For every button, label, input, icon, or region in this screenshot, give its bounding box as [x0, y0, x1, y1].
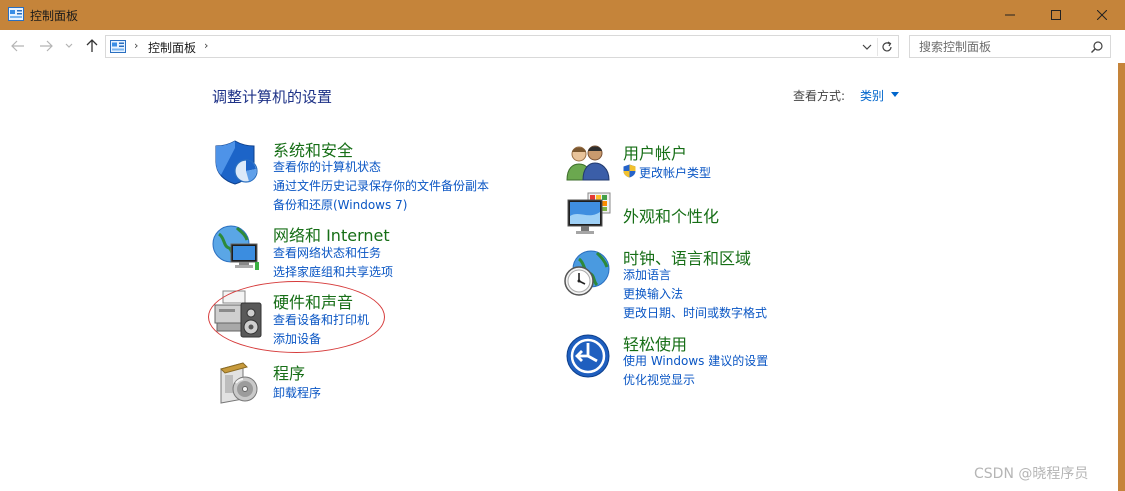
address-bar[interactable]: › 控制面板 › — [105, 35, 899, 58]
category-network-internet[interactable]: 网络和 Internet — [273, 222, 390, 246]
control-panel-window: 控制面板 › 控制面板 › 搜索控制面板 调整计算机的设置 查看方式: 类别 系… — [0, 0, 1125, 491]
forward-button[interactable] — [37, 37, 55, 55]
chevron-down-icon — [862, 44, 872, 50]
control-panel-icon — [110, 40, 126, 53]
link-optimize-visual-display[interactable]: 优化视觉显示 — [623, 371, 695, 388]
search-input[interactable] — [911, 37, 1086, 56]
link-change-input-method[interactable]: 更换输入法 — [623, 285, 683, 302]
back-button[interactable] — [9, 37, 27, 55]
breadcrumb-control-panel[interactable]: 控制面板 — [148, 39, 196, 56]
refresh-button[interactable] — [877, 38, 895, 56]
link-change-account-type[interactable]: 更改帐户类型 — [639, 164, 711, 181]
view-by-dropdown[interactable]: 类别 — [860, 87, 884, 104]
view-by-label: 查看方式: — [793, 89, 846, 103]
arrow-right-icon — [40, 40, 53, 52]
address-dropdown-button[interactable] — [860, 39, 874, 55]
watermark-text: CSDN @晓程序员 — [974, 466, 1089, 482]
window-border — [1118, 30, 1125, 491]
link-add-language[interactable]: 添加语言 — [623, 266, 671, 283]
maximize-button[interactable] — [1033, 0, 1079, 30]
shield-icon[interactable] — [213, 138, 261, 186]
category-programs[interactable]: 程序 — [273, 360, 305, 384]
arrow-up-icon — [86, 39, 98, 52]
maximize-icon — [1051, 10, 1061, 20]
ease-of-access-icon[interactable] — [565, 333, 611, 379]
breadcrumb-separator[interactable]: › — [204, 39, 208, 52]
link-homegroup-sharing[interactable]: 选择家庭组和共享选项 — [273, 263, 393, 280]
minimize-button[interactable] — [987, 0, 1033, 30]
link-view-computer-status[interactable]: 查看你的计算机状态 — [273, 158, 381, 175]
breadcrumb-separator[interactable]: › — [134, 39, 138, 52]
category-user-accounts[interactable]: 用户帐户 — [623, 140, 687, 164]
category-appearance-personalization[interactable]: 外观和个性化 — [623, 203, 719, 227]
link-add-device[interactable]: 添加设备 — [273, 330, 321, 347]
programs-disc-box-icon[interactable] — [217, 359, 263, 405]
link-devices-printers[interactable]: 查看设备和打印机 — [273, 311, 369, 328]
dropdown-arrow-icon[interactable] — [891, 92, 899, 97]
search-icon[interactable] — [1090, 40, 1104, 54]
link-change-date-time-format[interactable]: 更改日期、时间或数字格式 — [623, 304, 767, 321]
category-hardware-sound[interactable]: 硬件和声音 — [273, 289, 353, 313]
navigation-bar: › 控制面板 › — [0, 30, 1125, 63]
printer-speaker-icon[interactable] — [213, 289, 263, 339]
window-title: 控制面板 — [30, 9, 79, 23]
link-windows-recommended-settings[interactable]: 使用 Windows 建议的设置 — [623, 352, 768, 369]
link-network-status[interactable]: 查看网络状态和任务 — [273, 244, 381, 261]
uac-shield-icon — [623, 164, 636, 178]
up-button[interactable] — [83, 37, 101, 55]
arrow-left-icon — [11, 40, 24, 52]
link-file-history-backup[interactable]: 通过文件历史记录保存你的文件备份副本 — [273, 177, 489, 194]
minimize-icon — [1005, 14, 1015, 16]
chevron-down-icon — [65, 43, 73, 48]
recent-locations-button[interactable] — [63, 37, 75, 55]
search-box[interactable] — [909, 35, 1111, 58]
link-uninstall-program[interactable]: 卸载程序 — [273, 384, 321, 401]
network-globe-icon[interactable] — [211, 222, 261, 272]
refresh-icon — [881, 41, 892, 52]
appearance-monitor-icon[interactable] — [566, 192, 612, 238]
page-title: 调整计算机的设置 — [212, 88, 333, 106]
link-backup-restore[interactable]: 备份和还原(Windows 7) — [273, 196, 407, 213]
close-icon — [1097, 10, 1107, 20]
close-button[interactable] — [1079, 0, 1125, 30]
title-bar: 控制面板 — [0, 0, 1125, 30]
user-accounts-icon[interactable] — [565, 142, 611, 182]
control-panel-icon — [8, 7, 24, 21]
clock-globe-icon[interactable] — [563, 249, 611, 297]
